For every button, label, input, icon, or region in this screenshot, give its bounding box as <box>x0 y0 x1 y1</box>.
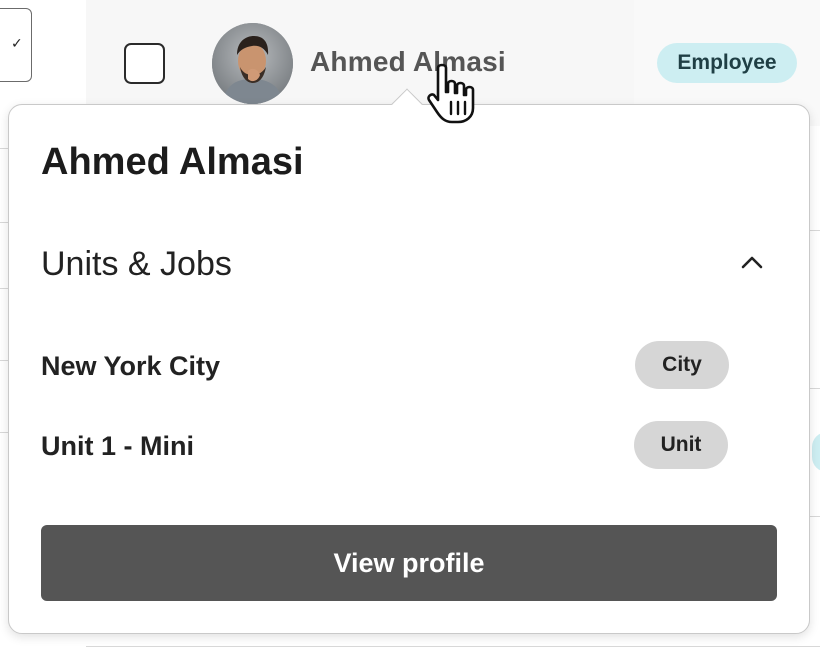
popover-title: Ahmed Almasi <box>41 141 304 183</box>
user-popover: Ahmed Almasi Units & Jobs New York City … <box>8 104 810 634</box>
view-profile-button[interactable]: View profile <box>41 525 777 601</box>
unit-type-tag: City <box>635 341 729 389</box>
avatar[interactable] <box>212 23 293 104</box>
row-divider <box>810 230 820 231</box>
units-jobs-section-toggle[interactable]: Units & Jobs <box>9 233 809 293</box>
row-divider <box>810 388 820 389</box>
chevron-up-icon[interactable] <box>738 251 766 273</box>
section-title: Units & Jobs <box>41 245 232 283</box>
role-badge: Employee <box>657 43 797 83</box>
row-divider <box>810 516 820 517</box>
list-item: New York City City <box>9 341 809 391</box>
unit-name: Unit 1 - Mini <box>41 431 194 461</box>
role-badge-partial <box>812 432 820 472</box>
list-item: Unit 1 - Mini Unit <box>9 421 809 471</box>
hand-pointer-cursor-icon <box>427 63 475 124</box>
row-checkbox[interactable] <box>124 43 165 84</box>
unit-type-tag: Unit <box>634 421 728 469</box>
select-all-control[interactable]: ✓ <box>0 8 32 82</box>
row-divider <box>86 646 820 647</box>
unit-name: New York City <box>41 351 221 381</box>
check-icon: ✓ <box>11 35 23 51</box>
